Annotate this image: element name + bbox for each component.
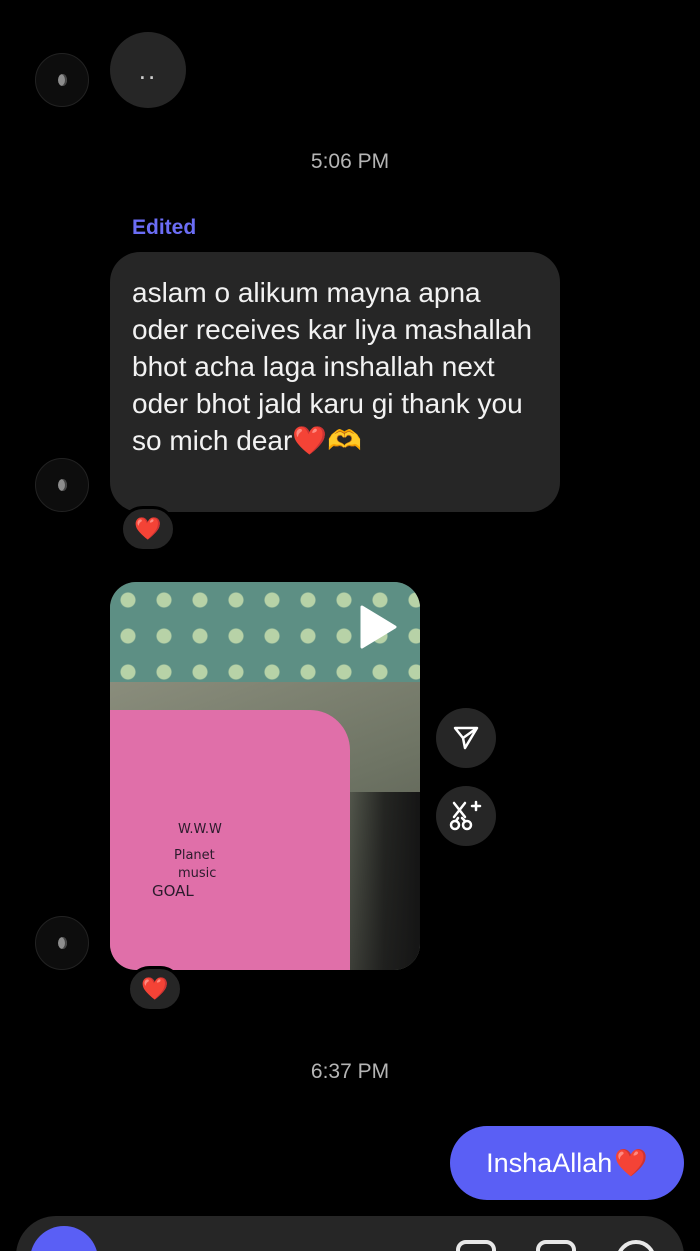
heart-reaction[interactable]: ❤️ [120, 506, 176, 552]
sender-avatar[interactable] [35, 458, 89, 512]
shirt-print-text: Planet [174, 848, 215, 863]
play-icon[interactable] [358, 604, 398, 650]
remix-button[interactable] [436, 786, 496, 846]
remix-icon [449, 800, 482, 831]
video-frame-shirt: W.W.W Planet music GOAL [110, 710, 350, 970]
received-message-bubble[interactable]: aslam o alikum mayna apna oder receives … [110, 252, 560, 512]
avatar-image [57, 479, 67, 491]
sent-message-text: InshaAllah [486, 1147, 613, 1178]
add-icon[interactable] [616, 1240, 656, 1251]
sent-message-emoji: ❤️ [614, 1148, 648, 1178]
sent-message-bubble[interactable]: InshaAllah ❤️ [450, 1126, 684, 1200]
timestamp: 6:37 PM [310, 1060, 390, 1083]
send-icon [453, 726, 479, 750]
avatar-image [57, 74, 67, 86]
heart-reaction[interactable]: ❤️ [127, 966, 183, 1012]
share-button[interactable] [436, 708, 496, 768]
chat-screen: .. 5:06 PM Edited aslam o alikum mayna a… [0, 0, 700, 1251]
message-composer[interactable] [16, 1216, 684, 1251]
avatar-image [57, 937, 67, 949]
timestamp: 5:06 PM [310, 150, 390, 173]
shirt-print-text: GOAL [152, 882, 194, 900]
typing-indicator: .. [110, 32, 186, 108]
edited-label: Edited [132, 216, 197, 239]
gallery-icon[interactable] [456, 1240, 496, 1251]
sticker-icon[interactable] [536, 1240, 576, 1251]
sender-avatar[interactable] [35, 53, 89, 107]
message-emoji: ❤️🫶 [292, 425, 363, 456]
shirt-print-text: W.W.W [178, 822, 222, 837]
sender-avatar[interactable] [35, 916, 89, 970]
shirt-print-text: music [178, 866, 217, 881]
camera-button[interactable] [30, 1226, 98, 1251]
video-message[interactable]: W.W.W Planet music GOAL [110, 582, 420, 970]
